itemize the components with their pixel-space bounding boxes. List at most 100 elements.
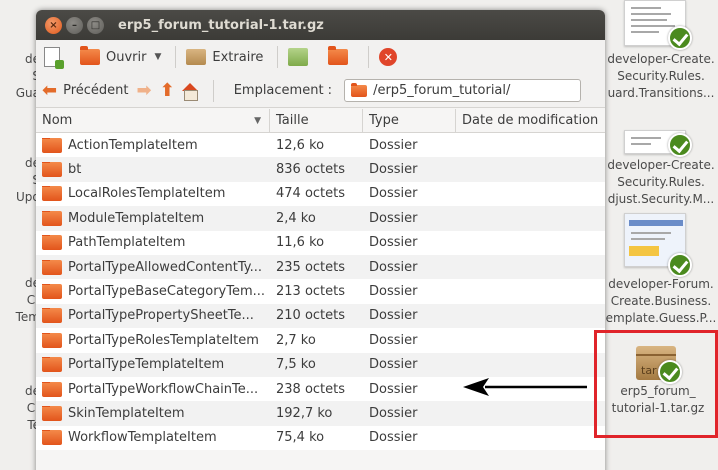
row-type: Dossier	[369, 405, 418, 421]
title-bar[interactable]: × – □ erp5_forum_tutorial-1.tar.gz	[36, 10, 605, 40]
minimize-icon: –	[72, 19, 77, 31]
open-button[interactable]: Ouvrir ▼	[80, 46, 161, 65]
row-name: SkinTemplateItem	[68, 405, 185, 421]
desktop-icon-label[interactable]: developer-Create. Security.Rules. uard.Tra…	[604, 51, 718, 102]
folder-icon	[42, 430, 62, 446]
row-type: Dossier	[369, 430, 418, 446]
column-header-size[interactable]: Taille	[270, 108, 363, 133]
table-row[interactable]: SkinTemplateItem 192,7 ko Dossier	[36, 401, 605, 426]
folder-icon	[42, 357, 62, 373]
desktop-icon-label[interactable]: developer-Create. Security.Rules. djust.Se…	[604, 157, 718, 208]
desktop-icon-label[interactable]: developer-Forum. Create.Business. emplate.…	[604, 276, 718, 327]
row-name: LocalRolesTemplateItem	[68, 186, 226, 202]
toolbar-separator	[368, 46, 370, 68]
row-size: 7,5 ko	[276, 357, 316, 373]
table-row[interactable]: PortalTypeRolesTemplateItem 2,7 ko Dossier	[36, 328, 605, 353]
add-files-button[interactable]	[288, 48, 314, 66]
table-row[interactable]: PortalTypeAllowedContentTy... 235 octets D…	[36, 254, 605, 280]
highlight-box	[594, 330, 718, 438]
table-row[interactable]: PortalTypePropertySheetTe... 210 octets Do…	[36, 303, 605, 329]
desktop-label-fragment: de Cr Tem	[15, 276, 40, 324]
minimize-window-button[interactable]: –	[66, 16, 83, 34]
row-type: Dossier	[369, 332, 418, 348]
location-field[interactable]: /erp5_forum_tutorial/	[344, 79, 582, 102]
folder-icon	[42, 259, 62, 275]
home-icon[interactable]	[181, 82, 199, 101]
back-arrow-icon[interactable]: ⬅	[42, 80, 57, 101]
folder-icon	[42, 332, 62, 348]
row-name: WorkflowTemplateItem	[68, 430, 217, 446]
location-value: /erp5_forum_tutorial/	[373, 83, 511, 98]
row-name-cell: PathTemplateItem	[36, 235, 270, 251]
sort-descending-icon: ▼	[254, 115, 261, 126]
folder-icon	[42, 162, 62, 178]
table-row[interactable]: LocalRolesTemplateItem 474 octets Dossier	[36, 181, 605, 207]
row-size: 836 octets	[276, 162, 346, 178]
desktop-label-fragment: deSUpd	[15, 156, 40, 204]
column-header-label: Nom	[42, 112, 73, 128]
desktop-label-fragment: de Cr Te	[25, 384, 40, 432]
table-row[interactable]: ActionTemplateItem 12,6 ko Dossier	[36, 133, 605, 158]
row-size: 213 octets	[276, 284, 346, 300]
row-name-cell: PortalTypeTemplateItem	[36, 357, 270, 373]
row-size: 2,7 ko	[276, 332, 316, 348]
row-size: 12,6 ko	[276, 137, 325, 153]
chevron-down-icon[interactable]: ▼	[154, 52, 161, 62]
folder-icon	[42, 405, 62, 421]
folder-icon	[42, 308, 62, 324]
table-row[interactable]: PortalTypeBaseCategoryTem... 213 octets Do…	[36, 279, 605, 304]
folder-icon	[42, 381, 62, 397]
row-name-cell: LocalRolesTemplateItem	[36, 186, 270, 202]
stop-button[interactable]: ✕	[379, 48, 398, 66]
folder-icon	[351, 82, 368, 97]
folder-icon	[42, 186, 62, 202]
extract-button-label: Extraire	[212, 49, 264, 65]
row-name: ActionTemplateItem	[68, 137, 198, 153]
column-header-type[interactable]: Type	[363, 108, 456, 133]
extract-icon	[186, 49, 207, 65]
close-window-button[interactable]: ×	[45, 16, 62, 34]
check-badge-icon	[668, 26, 692, 50]
file-list: Nom ▼ Taille Type Date de modification A…	[36, 108, 605, 451]
up-arrow-icon[interactable]: ⬆	[160, 80, 175, 101]
open-button-label: Ouvrir	[106, 49, 147, 65]
row-type: Dossier	[369, 235, 418, 251]
extract-button[interactable]: Extraire	[186, 49, 263, 65]
row-type: Dossier	[369, 357, 418, 373]
row-name-cell: PortalTypeBaseCategoryTem...	[36, 284, 270, 300]
row-type: Dossier	[369, 308, 418, 324]
row-name: PortalTypeWorkflowChainTe...	[68, 381, 259, 397]
toolbar: Ouvrir ▼ Extraire ✕	[36, 40, 605, 74]
row-size: 2,4 ko	[276, 210, 316, 226]
toolbar-separator	[277, 46, 279, 68]
maximize-window-button[interactable]: □	[87, 16, 104, 34]
row-type: Dossier	[369, 381, 418, 397]
table-row[interactable]: WorkflowTemplateItem 75,4 ko Dossier	[36, 425, 605, 451]
table-row[interactable]: ModuleTemplateItem 2,4 ko Dossier	[36, 206, 605, 231]
row-name: PortalTypeTemplateItem	[68, 357, 225, 373]
row-type: Dossier	[369, 162, 418, 178]
row-type: Dossier	[369, 186, 418, 202]
desktop-label-fragment: deSGua	[15, 52, 40, 100]
row-name: bt	[68, 162, 82, 178]
row-name-cell: PortalTypeWorkflowChainTe...	[36, 381, 270, 397]
forward-arrow-icon[interactable]: ➡	[137, 80, 152, 101]
back-button-label[interactable]: Précédent	[63, 83, 128, 98]
folder-icon	[42, 137, 62, 153]
row-name-cell: bt	[36, 162, 270, 178]
row-name-cell: SkinTemplateItem	[36, 405, 270, 421]
column-header-modified[interactable]: Date de modification	[456, 109, 605, 133]
column-header-name[interactable]: Nom ▼	[36, 108, 270, 133]
row-size: 192,7 ko	[276, 405, 333, 421]
check-badge-icon	[668, 133, 692, 157]
row-size: 75,4 ko	[276, 430, 325, 446]
add-folder-button[interactable]	[328, 46, 354, 65]
table-row[interactable]: bt 836 octets Dossier	[36, 157, 605, 182]
row-type: Dossier	[369, 259, 418, 275]
row-type: Dossier	[369, 284, 418, 300]
table-row[interactable]: PortalTypeTemplateItem 7,5 ko Dossier	[36, 352, 605, 377]
new-archive-button[interactable]	[44, 47, 66, 69]
new-document-icon	[44, 47, 64, 69]
row-size: 235 octets	[276, 259, 346, 275]
table-row[interactable]: PathTemplateItem 11,6 ko Dossier	[36, 230, 605, 255]
